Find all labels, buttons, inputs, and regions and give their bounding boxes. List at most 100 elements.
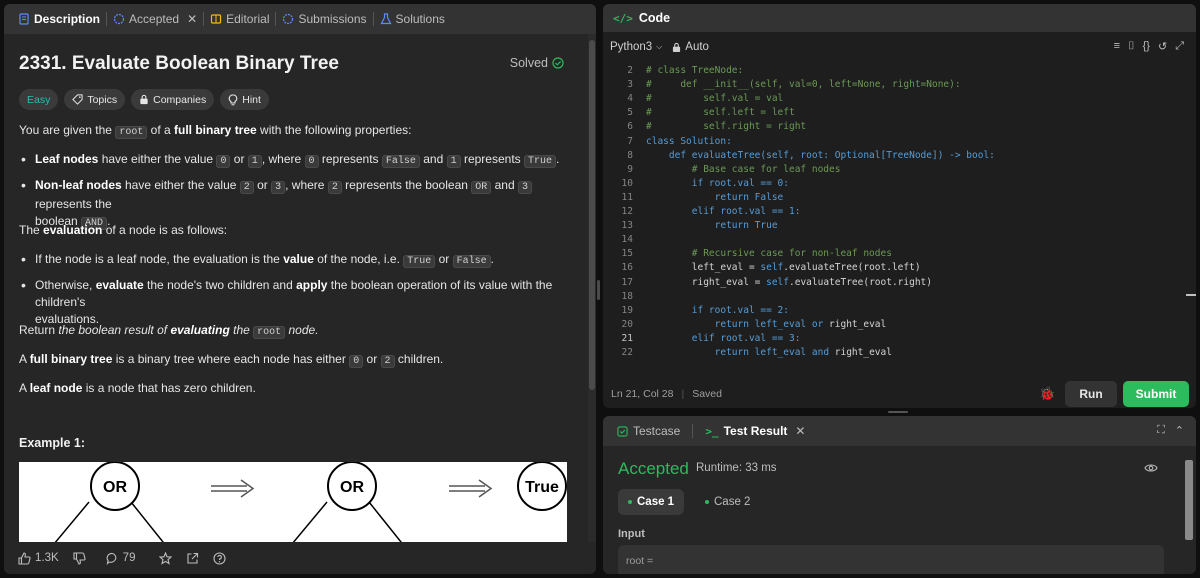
tab-testcase[interactable]: Testcase: [611, 416, 686, 446]
code-line: # def __init__(self, val=0, left=None, r…: [646, 79, 961, 90]
autocomplete-toggle[interactable]: Auto: [672, 41, 709, 53]
case-2-tab[interactable]: Case 2: [695, 489, 760, 515]
braces-icon[interactable]: {}: [1143, 40, 1150, 53]
horizontal-resize-handle[interactable]: [888, 411, 908, 413]
lock-icon: [673, 42, 681, 52]
text: of a: [147, 123, 175, 137]
problem-content: 2331. Evaluate Boolean Binary Tree Solve…: [4, 34, 588, 542]
line-number: 12: [621, 206, 633, 217]
example-tree-image: OR OR True: [19, 462, 567, 542]
test-scrollbar[interactable]: [1184, 446, 1194, 574]
text: and: [419, 152, 447, 166]
submit-button[interactable]: Submit: [1123, 381, 1189, 407]
text: and: [491, 178, 518, 192]
maximize-icon[interactable]: ⛶: [1157, 424, 1165, 437]
code-line: # Base case for leaf nodes: [646, 164, 841, 175]
code-line: left_eval = self.evaluateTree(root.left): [646, 262, 921, 273]
like-button[interactable]: 1.3K: [18, 551, 59, 565]
share-icon[interactable]: [186, 552, 199, 565]
leaf-evaluation-bullet: If the node is a leaf node, the evaluati…: [19, 251, 564, 270]
inline-code: 2: [239, 181, 254, 194]
code-line: # class TreeNode:: [646, 65, 743, 76]
problem-title[interactable]: 2331. Evaluate Boolean Binary Tree: [19, 53, 339, 75]
solved-label: Solved: [509, 56, 548, 70]
text: with the following properties:: [256, 123, 412, 137]
help-icon[interactable]: [213, 551, 227, 565]
tab-solutions[interactable]: Solutions: [374, 4, 451, 34]
eye-icon[interactable]: [1144, 462, 1158, 474]
tab-testcase-label: Testcase: [633, 424, 681, 438]
save-status: Saved: [692, 388, 722, 400]
scrollbar-thumb[interactable]: [1185, 460, 1193, 540]
line-number: 13: [621, 220, 633, 232]
tab-submissions[interactable]: Submissions: [276, 4, 372, 34]
inline-code: 3: [271, 181, 286, 194]
star-icon[interactable]: [159, 551, 173, 565]
thumbs-up-icon: [18, 551, 31, 565]
format-icon[interactable]: ≡: [1114, 40, 1120, 53]
full-binary-tree-definition: A full binary tree is a binary tree wher…: [19, 351, 564, 370]
input-label: Input: [618, 528, 645, 540]
tab-description[interactable]: Description: [12, 4, 106, 34]
text: have either the value: [98, 152, 217, 166]
code-token: right_eval: [829, 347, 892, 358]
text: Return: [19, 323, 59, 337]
text: A: [19, 352, 30, 366]
tab-accepted[interactable]: Accepted ✕: [107, 4, 203, 34]
tab-description-label: Description: [34, 12, 101, 26]
chevron-up-icon[interactable]: ⌃: [1175, 424, 1184, 437]
line-number: 3: [627, 79, 633, 91]
evaluation-intro: The evaluation of a node is as follows:: [19, 222, 564, 239]
code-line: right_eval = self.evaluateTree(root.righ…: [646, 277, 932, 288]
tree-node-label: OR: [340, 479, 364, 496]
bookmark-icon[interactable]: ⌷: [1128, 40, 1135, 53]
scrollbar-thumb[interactable]: [589, 40, 595, 390]
pass-dot: [705, 500, 709, 504]
language-selector[interactable]: Python3 ⌵: [610, 41, 662, 53]
vertical-resize-handle[interactable]: [597, 280, 600, 300]
code-line: # self.val = val: [646, 93, 783, 104]
description-scrollbar[interactable]: [588, 34, 596, 542]
editor-scrollbar[interactable]: [1186, 62, 1196, 376]
like-count: 1.3K: [35, 552, 59, 564]
bold-text: evaluating: [170, 323, 230, 337]
debug-icon[interactable]: 🐞: [1039, 386, 1055, 402]
tab-editorial[interactable]: Editorial: [204, 4, 275, 34]
line-number: 7: [627, 135, 633, 147]
bold-text: evaluate: [95, 278, 144, 292]
case-1-tab[interactable]: Case 1: [618, 489, 685, 515]
code-editor[interactable]: 2 # class TreeNode: 3 # def __init__(self, …: [603, 62, 1196, 376]
language-label: Python3: [610, 41, 653, 53]
expand-icon[interactable]: ⤢: [1175, 40, 1184, 53]
line-number: 20: [621, 318, 633, 330]
topics-chip[interactable]: Topics: [64, 89, 126, 110]
line-number: 8: [627, 149, 633, 161]
code-line: elif root.val == 1:: [646, 206, 801, 217]
thumbs-down-icon[interactable]: [73, 551, 86, 565]
line-number: 16: [621, 262, 633, 274]
code-token: def evaluateTree(self, root: Optional[Tr…: [646, 149, 967, 161]
terminal-icon: >_: [705, 424, 719, 438]
text: have either the value: [121, 178, 240, 192]
topics-chip-label: Topics: [87, 93, 118, 106]
tag-icon: [72, 94, 83, 105]
code-line: def evaluateTree(self, root: Optional[Tr…: [646, 150, 995, 161]
inline-code: 3: [517, 181, 532, 194]
history-icon: [113, 13, 125, 25]
run-button[interactable]: Run: [1065, 381, 1117, 407]
bold-text: leaf node: [29, 381, 83, 395]
tree-node-label: OR: [103, 479, 127, 496]
text: Otherwise,: [35, 278, 96, 292]
text: represents the: [35, 197, 112, 211]
close-icon[interactable]: ✕: [795, 424, 805, 438]
inline-code: 0: [216, 155, 231, 168]
companies-chip[interactable]: Companies: [131, 89, 215, 110]
code-token: False: [754, 191, 784, 203]
hint-chip[interactable]: Hint: [220, 89, 269, 110]
close-icon[interactable]: ✕: [187, 12, 197, 26]
comments-button[interactable]: 79: [106, 552, 135, 565]
reset-icon[interactable]: ↺: [1158, 40, 1167, 53]
tab-test-result[interactable]: >_ Test Result ✕: [699, 416, 811, 446]
code-panel-header: </> Code: [603, 4, 1196, 32]
leaf-node-definition: A leaf node is a node that has zero chil…: [19, 380, 564, 397]
